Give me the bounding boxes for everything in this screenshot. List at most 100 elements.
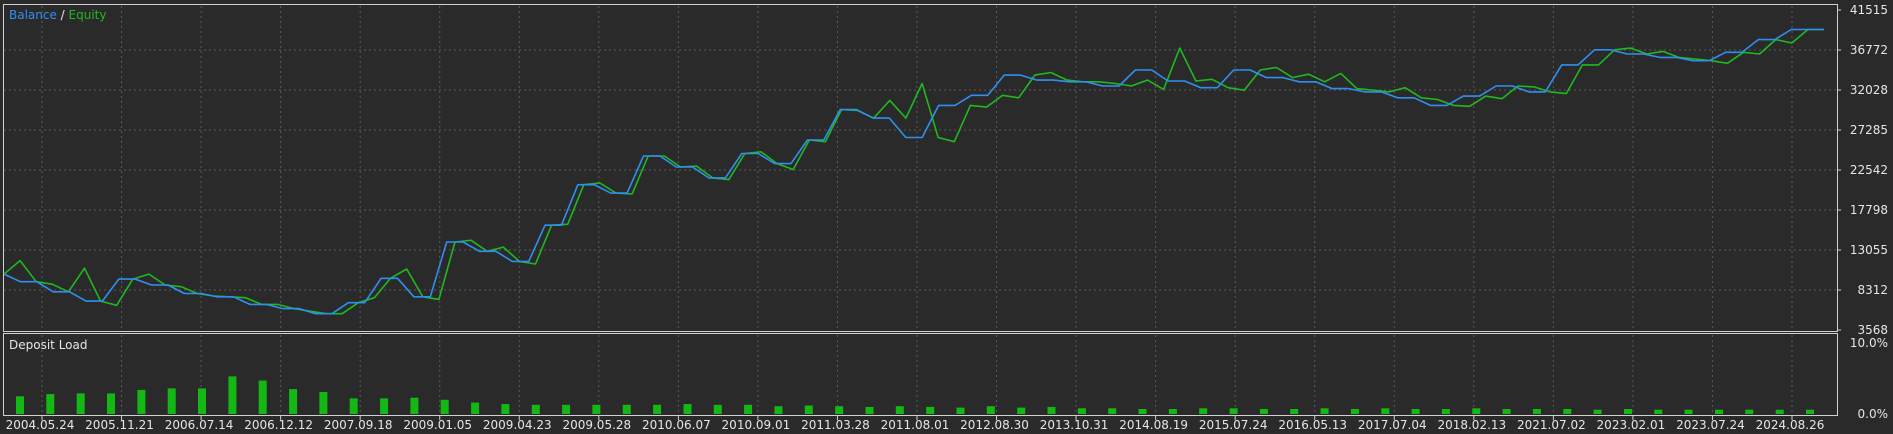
deposit-load-bar (1320, 408, 1329, 414)
deposit-load-bar (1775, 409, 1784, 414)
deposit-load-bar (1199, 408, 1208, 414)
deposit-load-bar (16, 396, 24, 415)
deposit-load-bar (1259, 409, 1268, 414)
x-tick-label: 2005.11.21 (85, 418, 154, 432)
deposit-load-bar (410, 397, 419, 414)
x-tick-label: 2023.02.01 (1597, 418, 1666, 432)
deposit-load-bar (228, 376, 237, 414)
deposit-load-bar (1381, 408, 1390, 414)
deposit-load-bar (1684, 409, 1693, 414)
deposit-load-bar (1624, 409, 1632, 414)
deposit-load-bar (562, 404, 571, 414)
x-tick-label: 2024.08.26 (1756, 418, 1825, 432)
x-tick-label: 2016.05.13 (1278, 418, 1347, 432)
deposit-load-bar (258, 380, 267, 414)
x-tick-label: 2011.03.28 (801, 418, 870, 432)
deposit-load-bar (1350, 409, 1359, 414)
y-tick-label: 3568 (1857, 323, 1888, 337)
deposit-load-bar (471, 402, 480, 414)
deposit-y-tick-label: 0.0% (1858, 407, 1889, 421)
deposit-load-bar (1017, 407, 1026, 414)
deposit-load-bar (895, 406, 904, 414)
x-tick-label: 2009.01.05 (403, 418, 472, 432)
x-tick-label: 2012.08.30 (960, 418, 1029, 432)
deposit-load-bar (1715, 409, 1723, 414)
y-tick-label: 41515 (1850, 3, 1888, 17)
x-tick-label: 2011.08.01 (881, 418, 950, 432)
deposit-load-bar (744, 404, 753, 414)
deposit-load-bar (1290, 409, 1299, 414)
deposit-load-bar (1229, 408, 1238, 414)
deposit-load-bar (1563, 409, 1572, 414)
deposit-load-bar (198, 388, 206, 414)
x-tick-label: 2018.02.13 (1437, 418, 1506, 432)
y-tick-label: 32028 (1850, 83, 1888, 97)
x-tick-label: 2009.04.23 (483, 418, 552, 432)
deposit-load-bar (622, 404, 631, 414)
deposit-load-bar (1806, 409, 1814, 414)
deposit-load-label: Deposit Load (9, 338, 87, 352)
strategy-tester-chart: 3568 8312 13055 17798 22542 27285 32028 36772 41… (0, 0, 1893, 434)
deposit-load-bar (1108, 408, 1117, 414)
deposit-load-bar (986, 406, 995, 414)
x-tick-label: 2021.07.02 (1517, 418, 1586, 432)
deposit-load-bar (1502, 409, 1511, 414)
x-tick-label: 2004.05.24 (6, 418, 75, 432)
x-tick-label: 2015.07.24 (1199, 418, 1268, 432)
deposit-load-bar (76, 393, 85, 414)
x-tick-label: 2014.08.19 (1119, 418, 1188, 432)
deposit-load-bar (683, 404, 692, 414)
x-tick-label: 2006.07.14 (165, 418, 234, 432)
x-tick-label: 2023.07.24 (1676, 418, 1745, 432)
deposit-load-bar (319, 392, 328, 414)
deposit-load-bar (289, 389, 298, 414)
y-tick-label: 27285 (1850, 123, 1888, 137)
deposit-load-bar (1168, 409, 1177, 414)
deposit-load-bar (440, 399, 449, 414)
x-axis-labels: 2004.05.24 2005.11.21 2006.07.14 2006.12.12… (6, 416, 1825, 432)
deposit-load-bar (835, 406, 844, 414)
deposit-load-bar (926, 406, 935, 414)
deposit-load-bar (713, 404, 722, 414)
deposit-load-bar (137, 389, 146, 414)
legend: Balance / Equity (9, 8, 106, 22)
y-tick-label: 13055 (1850, 243, 1888, 257)
deposit-load-bar (774, 406, 783, 414)
deposit-load-bar (1654, 409, 1663, 414)
x-tick-label: 2007.09.18 (324, 418, 393, 432)
deposit-load-bar (592, 404, 601, 414)
deposit-load-bar (956, 407, 965, 414)
deposit-load-bar (804, 405, 813, 414)
x-tick-label: 2017.07.04 (1358, 418, 1427, 432)
deposit-load-bar (865, 406, 874, 414)
deposit-load-bar (1411, 409, 1420, 414)
x-tick-label: 2010.06.07 (642, 418, 711, 432)
deposit-load-bar (167, 388, 176, 414)
y-tick-label: 36772 (1850, 43, 1888, 57)
y-tick-label: 17798 (1850, 203, 1888, 217)
deposit-y-tick-label: 10.0% (1850, 336, 1888, 350)
deposit-load-bar (1441, 409, 1450, 414)
deposit-load-bar (46, 394, 55, 414)
deposit-load-bar (107, 393, 115, 414)
deposit-load-bar (1745, 409, 1754, 414)
deposit-load-bar (1138, 409, 1147, 414)
y-tick-label: 8312 (1857, 283, 1888, 297)
deposit-load-bar (349, 398, 358, 414)
deposit-load-bar (653, 404, 662, 414)
legend-balance: Balance (9, 8, 57, 22)
deposit-load-bar (1047, 406, 1056, 414)
deposit-load-bar (501, 404, 510, 414)
x-tick-label: 2013.10.31 (1040, 418, 1109, 432)
deposit-load-bar (531, 404, 540, 414)
deposit-load-bar (380, 398, 389, 414)
y-tick-label: 22542 (1850, 163, 1888, 177)
chart-background (0, 0, 1893, 434)
legend-separator: / (57, 8, 69, 22)
x-tick-label: 2006.12.12 (244, 418, 313, 432)
deposit-load-bar (1593, 409, 1602, 414)
legend-equity: Equity (69, 8, 107, 22)
deposit-load-bar (1532, 409, 1541, 414)
deposit-load-bar (1472, 408, 1481, 414)
x-tick-label: 2009.05.28 (562, 418, 631, 432)
